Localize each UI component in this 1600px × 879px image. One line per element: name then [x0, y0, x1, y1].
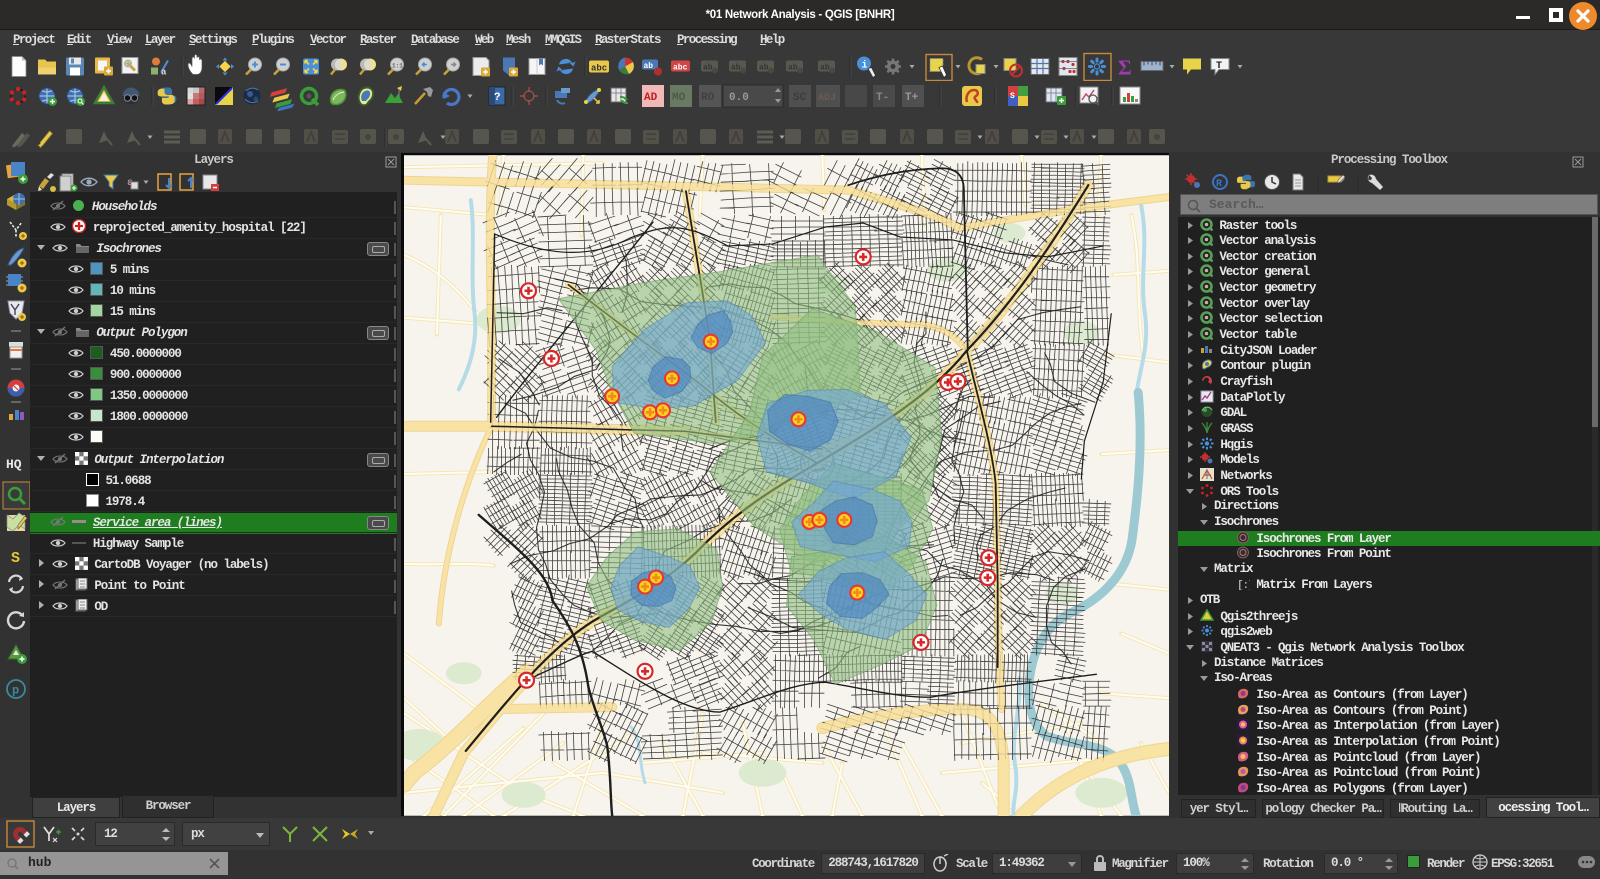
- svg-text:abc: abc: [673, 64, 688, 73]
- svg-text:AD: AD: [644, 92, 658, 104]
- svg-text:ab: ab: [788, 64, 798, 73]
- svg-text:abc: abc: [591, 64, 607, 74]
- svg-text:ab: ab: [644, 62, 654, 71]
- svg-text:S: S: [11, 550, 20, 567]
- svg-text:p: p: [12, 684, 19, 698]
- svg-text:[:]: [:]: [1237, 580, 1250, 590]
- svg-text:i: i: [862, 60, 868, 72]
- svg-text:T-: T-: [876, 92, 889, 104]
- svg-text:ADJ: ADJ: [818, 93, 836, 104]
- svg-text:S: S: [1010, 92, 1015, 101]
- svg-text:ab: ab: [759, 64, 769, 73]
- svg-text:MO: MO: [672, 92, 686, 104]
- svg-text:ab: ab: [731, 64, 741, 73]
- svg-text:HQ: HQ: [6, 457, 22, 472]
- svg-text:?: ?: [494, 92, 501, 104]
- svg-text:RO: RO: [701, 92, 715, 104]
- svg-text:0.0: 0.0: [729, 92, 749, 104]
- svg-text:SC: SC: [793, 92, 807, 104]
- svg-text:ab: ab: [703, 64, 713, 73]
- svg-text:ab: ab: [820, 64, 830, 73]
- svg-text:T+: T+: [905, 92, 919, 104]
- svg-text:Σ: Σ: [1118, 56, 1132, 80]
